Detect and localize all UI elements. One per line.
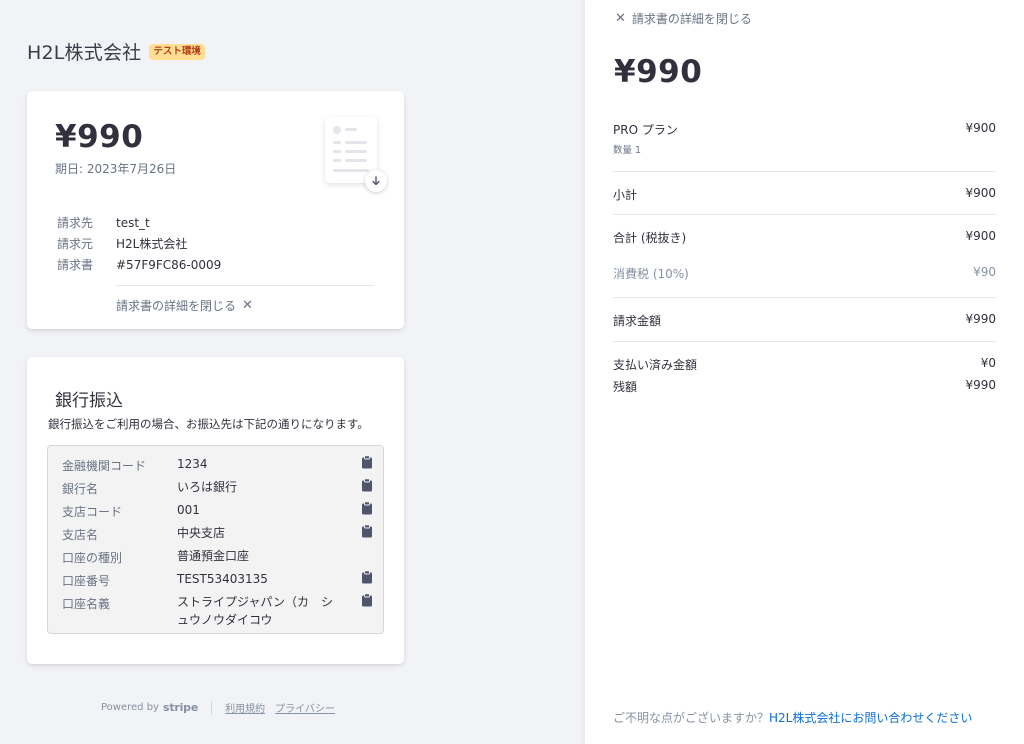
- meta-key: 請求先: [57, 216, 94, 230]
- total-excl-value: ¥900: [965, 229, 996, 243]
- bank-detail-row: 金融機関コード 1234: [62, 453, 377, 476]
- meta-row-invoice-number: 請求書 #57F9FC86-0009: [57, 254, 221, 275]
- meta-value: H2L株式会社: [116, 237, 188, 251]
- bank-detail-value: 1234: [177, 457, 208, 471]
- bank-detail-value: TEST53403135: [177, 572, 268, 586]
- stripe-logo: stripe: [162, 701, 199, 714]
- line-item-price: ¥900: [965, 121, 996, 135]
- bank-detail-row: 支店名 中央支店: [62, 522, 377, 545]
- subtotal-label: 小計: [613, 188, 638, 202]
- paid-label: 支払い済み金額: [613, 358, 698, 372]
- meta-value: #57F9FC86-0009: [116, 257, 222, 272]
- panel-footer: ご不明な点がございますか？H2L株式会社にお問い合わせください: [613, 709, 972, 726]
- paid-amount-row: 支払い済み金額 ¥0: [613, 356, 996, 373]
- divider: [613, 341, 996, 342]
- invoice-details-panel: ✕ 請求書の詳細を閉じる ¥990 PRO プラン ¥900 数量 1 小計 ¥…: [585, 0, 1024, 744]
- bank-detail-row: 銀行名 いろは銀行: [62, 476, 377, 499]
- line-item-quantity: 数量 1: [613, 145, 642, 156]
- meta-row-bill-from: 請求元 H2L株式会社: [57, 233, 221, 254]
- bank-detail-row: 口座の種別 普通預金口座: [62, 545, 377, 568]
- paid-value: ¥0: [980, 356, 996, 370]
- page-footer: Powered by stripe 利用規約 プライバシー: [101, 700, 345, 715]
- total-excl-tax-row: 合計 (税抜き) ¥900: [613, 229, 996, 246]
- bank-detail-value: 普通預金口座: [177, 549, 250, 563]
- panel-close-button[interactable]: ✕ 請求書の詳細を閉じる: [615, 10, 752, 27]
- meta-key: 請求書: [57, 258, 94, 272]
- bank-details-list: 金融機関コード 1234 銀行名 いろは銀行支店コード 001 支店名 中央支店口座の種別 普…: [62, 453, 377, 635]
- bank-detail-value: 001: [177, 503, 200, 517]
- bank-transfer-card: 銀行振込 銀行振込をご利用の場合、お振込先は下記の通りになります。 金融機関コー…: [27, 357, 404, 664]
- powered-by-label: Powered by: [101, 702, 159, 713]
- due-date: 期日: 2023年7月26日: [55, 162, 177, 176]
- company-header: H2L株式会社 テスト環境: [27, 38, 205, 65]
- subtotal-value: ¥900: [965, 186, 996, 200]
- bank-detail-key: 口座の種別: [62, 551, 123, 565]
- bank-detail-key: 口座名義: [62, 597, 111, 611]
- panel-amount: ¥990: [614, 54, 703, 90]
- billed-amount-row: 請求金額 ¥990: [613, 312, 996, 329]
- bank-detail-key: 銀行名: [62, 482, 99, 496]
- invoice-summary-card: ¥990 期日: 2023年7月26日 請求先 test_t 請求元 H2L株式…: [27, 91, 404, 329]
- bank-detail-key: 支店名: [62, 528, 99, 542]
- bank-detail-key: 口座番号: [62, 574, 111, 588]
- download-icon[interactable]: [365, 170, 387, 192]
- clipboard-icon[interactable]: [361, 524, 373, 538]
- bank-transfer-title: 銀行振込: [55, 391, 123, 411]
- billed-value: ¥990: [965, 312, 996, 326]
- tax-label: 消費税 (10%): [613, 267, 689, 281]
- clipboard-icon[interactable]: [361, 501, 373, 515]
- bank-detail-value: いろは銀行: [177, 480, 238, 494]
- bank-detail-value: ストライプジャパン（カ シュウノウダイコウ: [177, 595, 334, 627]
- divider: [613, 214, 996, 215]
- bank-detail-row: 口座名義 ストライプジャパン（カ シュウノウダイコウ: [62, 591, 377, 635]
- privacy-link[interactable]: プライバシー: [275, 700, 335, 715]
- footer-separator: [211, 700, 213, 715]
- meta-row-bill-to: 請求先 test_t: [57, 212, 221, 233]
- billed-label: 請求金額: [613, 314, 662, 328]
- clipboard-icon[interactable]: [361, 478, 373, 492]
- tax-value: ¥90: [973, 265, 996, 279]
- meta-key: 請求元: [57, 237, 94, 251]
- bank-detail-key: 金融機関コード: [62, 459, 147, 473]
- close-invoice-details-link[interactable]: 請求書の詳細を閉じる ✕: [116, 297, 253, 314]
- clipboard-icon[interactable]: [361, 570, 373, 584]
- bank-detail-key: 支店コード: [62, 505, 123, 519]
- close-icon: ✕: [615, 11, 626, 26]
- contact-link[interactable]: H2L株式会社にお問い合わせください: [769, 711, 972, 725]
- divider: [613, 171, 996, 172]
- tax-row: 消費税 (10%) ¥90: [613, 265, 996, 282]
- balance-row: 残額 ¥990: [613, 378, 996, 395]
- divider: [116, 285, 374, 286]
- bank-detail-value: 中央支店: [177, 526, 226, 540]
- company-name: H2L株式会社: [27, 42, 142, 64]
- bank-details-box: 金融機関コード 1234 銀行名 いろは銀行支店コード 001 支店名 中央支店口座の種別 普…: [47, 445, 384, 634]
- close-icon: ✕: [242, 298, 253, 313]
- invoice-amount: ¥990: [55, 119, 144, 155]
- invoice-page: H2L株式会社 テスト環境 ¥990 期日: 2023年7月26日 請求先 te…: [0, 0, 585, 744]
- clipboard-icon[interactable]: [361, 593, 373, 607]
- line-item-name: PRO プラン: [613, 123, 678, 137]
- balance-label: 残額: [613, 380, 638, 394]
- help-question: ご不明な点がございますか？: [613, 711, 770, 725]
- bank-detail-row: 支店コード 001: [62, 499, 377, 522]
- bank-transfer-description: 銀行振込をご利用の場合、お振込先は下記の通りになります。: [48, 417, 369, 431]
- divider: [613, 297, 996, 298]
- balance-value: ¥990: [965, 378, 996, 392]
- line-item: PRO プラン ¥900: [613, 121, 996, 138]
- panel-close-label: 請求書の詳細を閉じる: [631, 12, 752, 26]
- invoice-meta: 請求先 test_t 請求元 H2L株式会社 請求書 #57F9FC86-000…: [57, 212, 221, 275]
- powered-by-stripe[interactable]: Powered by stripe: [101, 701, 198, 714]
- subtotal-row: 小計 ¥900: [613, 186, 996, 203]
- test-mode-badge: テスト環境: [149, 43, 205, 60]
- bank-detail-row: 口座番号 TEST53403135: [62, 568, 377, 591]
- close-details-label: 請求書の詳細を閉じる: [116, 299, 237, 313]
- total-excl-label: 合計 (税抜き): [613, 231, 687, 245]
- clipboard-icon[interactable]: [361, 455, 373, 469]
- terms-link[interactable]: 利用規約: [225, 700, 265, 715]
- meta-value: test_t: [116, 215, 150, 230]
